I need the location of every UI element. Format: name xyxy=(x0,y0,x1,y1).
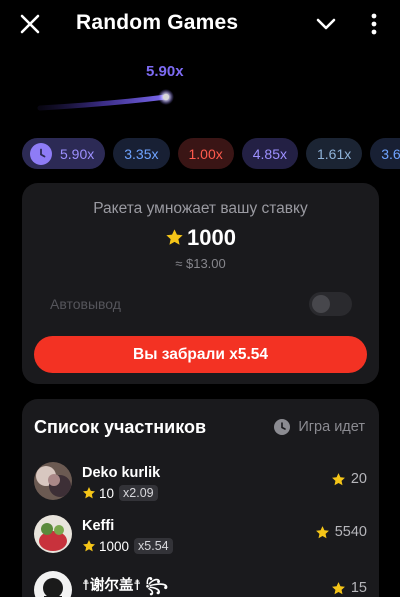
player-bet: 1000 x5.54 xyxy=(82,538,173,554)
player-name: ☨谢尔盖☨ ꧂ xyxy=(82,578,168,594)
clock-icon xyxy=(30,142,52,165)
history-chip-value: 1.61x xyxy=(317,145,352,162)
star-icon xyxy=(331,472,345,485)
auto-cashout-label: Автовывод xyxy=(50,296,121,312)
history-chip[interactable]: 4.85x xyxy=(241,138,298,169)
auto-cashout-toggle[interactable] xyxy=(309,292,352,316)
bet-panel: Ракета умножает вашу ставку 1000 ≈ $13.0… xyxy=(22,183,379,384)
game-status: Игра идет xyxy=(274,419,365,435)
history-chip[interactable]: 1.00x xyxy=(177,138,234,169)
toggle-knob xyxy=(312,295,330,313)
more-vertical-icon[interactable] xyxy=(364,12,384,36)
bet-amount: 1000 xyxy=(22,225,379,251)
avatar xyxy=(34,571,72,597)
star-icon xyxy=(331,581,345,594)
bet-description: Ракета умножает вашу ставку xyxy=(93,200,308,217)
participants-panel: Список участников Игра идет Deko kurlik … xyxy=(22,399,379,597)
player-win: 15 xyxy=(331,580,367,596)
current-multiplier: 5.90x xyxy=(146,63,184,80)
player-bet: 10 x2.09 xyxy=(82,485,158,501)
history-chip-value: 3.35x xyxy=(124,145,159,162)
flight-trail xyxy=(37,89,174,111)
avatar xyxy=(34,462,72,500)
close-icon[interactable] xyxy=(16,10,44,38)
player-multiplier-badge: x5.54 xyxy=(134,538,173,554)
star-icon xyxy=(82,487,96,499)
history-chip-value: 3.62 xyxy=(381,145,400,162)
bet-amount-value: 1000 xyxy=(187,225,236,250)
player-win-value: 15 xyxy=(350,580,367,596)
player-win: 5540 xyxy=(315,524,367,540)
app-title: Random Games xyxy=(76,11,239,34)
player-win: 20 xyxy=(331,471,367,487)
history-chip-value: 5.90x xyxy=(60,145,95,162)
player-win-value: 20 xyxy=(350,471,367,487)
app-header: Random Games xyxy=(0,0,400,48)
multiplier-history: 5.90x 3.35x 1.00x 4.85x 1.61x 3.62 xyxy=(22,138,400,170)
player-row: Deko kurlik 10 x2.09 20 xyxy=(34,462,367,506)
clock-icon xyxy=(274,419,291,435)
cashout-button[interactable]: Вы забрали x5.54 xyxy=(34,336,367,373)
player-win-value: 5540 xyxy=(334,524,367,540)
star-icon xyxy=(315,525,329,538)
player-row: ☨谢尔盖☨ ꧂ 15 xyxy=(34,571,367,597)
rocket-flight-area xyxy=(0,50,400,135)
star-icon xyxy=(82,540,96,552)
bet-usd-equivalent: ≈ $13.00 xyxy=(175,256,226,271)
player-multiplier-badge: x2.09 xyxy=(119,485,158,501)
player-bet-value: 10 xyxy=(99,485,115,501)
player-bet-value: 1000 xyxy=(99,538,130,554)
participants-title: Список участников xyxy=(34,417,207,437)
game-status-label: Игра идет xyxy=(298,419,365,435)
player-row: Keffi 1000 x5.54 5540 xyxy=(34,515,367,559)
avatar xyxy=(34,515,72,553)
history-chip-value: 1.00x xyxy=(188,145,223,162)
history-chip[interactable]: 1.61x xyxy=(306,138,363,169)
history-chip[interactable]: 3.35x xyxy=(113,138,170,169)
history-chip-value: 4.85x xyxy=(252,145,287,162)
player-name: Keffi xyxy=(82,518,115,534)
star-icon xyxy=(166,228,183,245)
player-name: Deko kurlik xyxy=(82,465,161,481)
chevron-down-icon[interactable] xyxy=(314,12,338,36)
history-chip[interactable]: 3.62 xyxy=(370,138,400,169)
history-chip[interactable]: 5.90x xyxy=(22,138,106,169)
